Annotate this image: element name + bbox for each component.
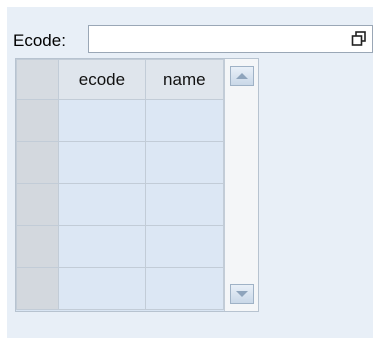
row-header[interactable] — [15, 225, 60, 268]
grid-corner-header[interactable] — [15, 59, 60, 100]
column-header-ecode[interactable]: ecode — [58, 59, 146, 100]
scroll-up-arrow-icon — [236, 73, 248, 79]
cell-name[interactable] — [144, 141, 225, 184]
grid-header-row: ecode name — [15, 59, 225, 100]
restore-window-icon[interactable] — [350, 30, 368, 48]
scroll-up-button[interactable] — [230, 66, 254, 86]
row-header[interactable] — [15, 99, 60, 142]
ecode-input[interactable] — [89, 26, 347, 52]
scroll-down-button[interactable] — [230, 284, 254, 304]
cell-name[interactable] — [144, 183, 225, 226]
row-header[interactable] — [15, 183, 60, 226]
cell-name[interactable] — [144, 267, 225, 310]
cell-ecode[interactable] — [58, 183, 146, 226]
cell-ecode[interactable] — [58, 267, 146, 310]
table-row[interactable] — [15, 225, 225, 268]
table-row[interactable] — [15, 99, 225, 142]
ecode-label: Ecode: — [13, 31, 66, 50]
table-row[interactable] — [15, 267, 225, 310]
scroll-down-arrow-icon — [236, 291, 248, 297]
data-grid: ecode name — [15, 58, 259, 312]
cell-ecode[interactable] — [58, 99, 146, 142]
table-row[interactable] — [15, 183, 225, 226]
row-header[interactable] — [15, 267, 60, 310]
cell-ecode[interactable] — [58, 225, 146, 268]
cell-name[interactable] — [144, 225, 225, 268]
cell-name[interactable] — [144, 99, 225, 142]
ecode-lookup-field[interactable] — [88, 25, 373, 53]
row-header[interactable] — [15, 141, 60, 184]
table-row[interactable] — [15, 141, 225, 184]
grid-table: ecode name — [15, 59, 225, 310]
cell-ecode[interactable] — [58, 141, 146, 184]
column-header-name[interactable]: name — [144, 59, 225, 100]
vertical-scrollbar[interactable] — [224, 59, 258, 311]
